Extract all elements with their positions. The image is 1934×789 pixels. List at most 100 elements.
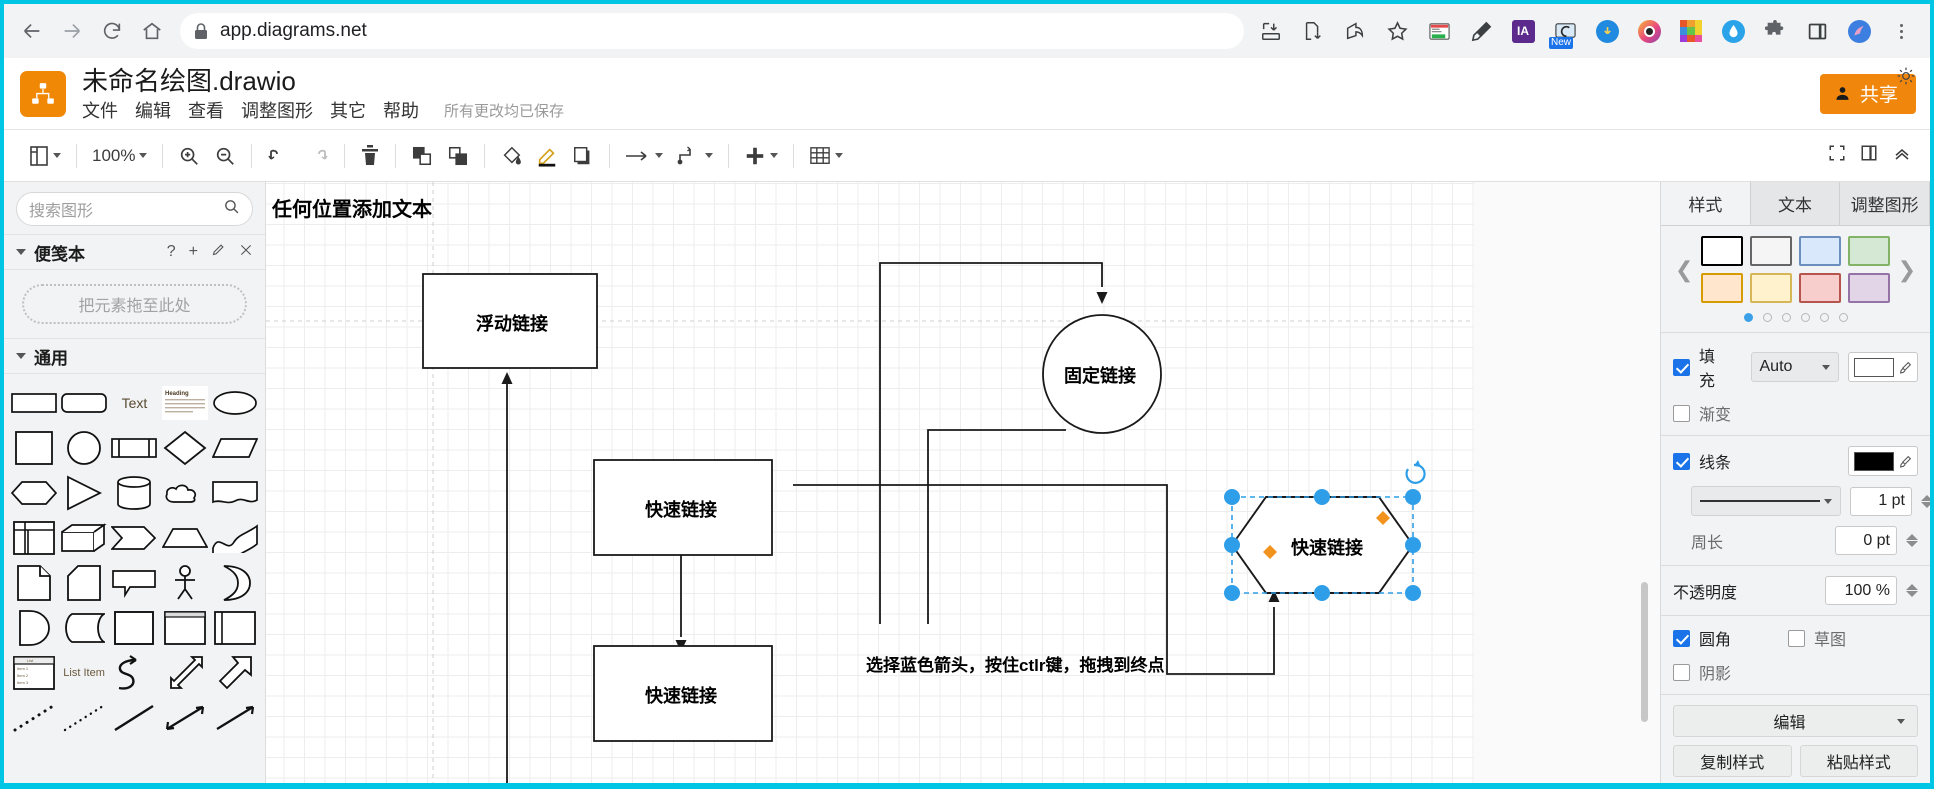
perimeter-stepper[interactable] [1906,534,1918,547]
shape-cylinder[interactable] [111,472,158,514]
menu-file[interactable]: 文件 [82,100,118,122]
shape-text[interactable]: Text [111,382,158,424]
swatch-next-icon[interactable]: ❯ [1896,257,1918,283]
diagram-canvas[interactable]: 任何位置添加文本 浮动链接 固定链接 快速链接 快速链接 快速链接 选择蓝色箭头… [266,182,1660,783]
shape-callout[interactable] [111,562,158,604]
save-page-icon[interactable] [1294,12,1332,50]
shape-dashed-line[interactable] [60,697,107,739]
shape-cloud[interactable] [161,472,208,514]
extension-ia-icon[interactable]: IA [1504,12,1542,50]
line-width-input[interactable]: 1 pt [1850,486,1912,516]
paste-style-button[interactable]: 粘贴样式 [1799,745,1918,777]
shape-dotted-line[interactable] [10,697,57,739]
extension-camera-icon[interactable] [1630,12,1668,50]
fill-color-icon[interactable] [493,136,529,176]
menu-extras[interactable]: 其它 [330,100,366,122]
forward-arrow-icon[interactable] [54,13,90,49]
pager-dot-5[interactable] [1819,313,1829,322]
reload-icon[interactable] [94,13,130,49]
shape-parallelogram[interactable] [212,427,259,469]
shape-table[interactable] [10,517,57,559]
waypoints-button[interactable] [670,136,720,176]
menu-edit[interactable]: 编辑 [135,100,171,122]
menu-help[interactable]: 帮助 [383,100,419,122]
add-icon[interactable]: + [189,243,198,261]
connection-arrow-button[interactable] [618,136,670,176]
undo-icon[interactable] [260,136,298,176]
shape-box[interactable] [111,607,158,649]
shape-square[interactable] [10,427,57,469]
swatch-6[interactable] [1799,273,1841,303]
zoom-out-icon[interactable] [207,136,243,176]
fill-type-select[interactable]: Auto [1750,352,1839,382]
line-color-icon[interactable] [529,136,565,176]
theme-toggle-icon[interactable] [1896,66,1916,91]
shape-line[interactable] [111,697,158,739]
extension-new-icon[interactable]: New [1546,12,1584,50]
extension-droplet-icon[interactable] [1714,12,1752,50]
menu-view[interactable]: 查看 [188,100,224,122]
perimeter-input[interactable]: 0 pt [1835,526,1897,555]
document-title[interactable]: 未命名绘图.drawio [82,66,564,96]
line-checkbox[interactable] [1673,452,1690,470]
rounded-checkbox[interactable] [1673,629,1690,647]
line-color-picker[interactable] [1848,446,1918,476]
delete-icon[interactable] [353,136,387,176]
shape-ellipse[interactable] [212,382,259,424]
bookmark-star-icon[interactable] [1378,12,1416,50]
menu-arrange[interactable]: 调整图形 [241,100,313,122]
shape-document[interactable] [212,472,259,514]
browser-menu-icon[interactable] [1882,12,1920,50]
swatch-1[interactable] [1750,236,1792,266]
pager-dot-4[interactable] [1800,313,1810,322]
shape-directional-arrow[interactable] [212,697,259,739]
edit-style-button[interactable]: 编辑 [1673,705,1918,737]
extension-colorgrid-icon[interactable] [1672,12,1710,50]
pager-dot-1[interactable] [1743,313,1753,322]
shape-rounded-rectangle[interactable] [60,382,107,424]
to-front-icon[interactable] [404,136,440,176]
shape-actor[interactable] [161,562,208,604]
shape-double-block-arrow[interactable] [161,652,208,694]
shadow-icon[interactable] [565,136,601,176]
fill-checkbox[interactable] [1673,358,1690,376]
pager-dot-6[interactable] [1838,313,1848,322]
swatch-3[interactable] [1847,236,1890,266]
swatch-prev-icon[interactable]: ❮ [1673,257,1695,283]
shape-chevron-arrow[interactable] [111,517,158,559]
shape-rectangle[interactable] [10,382,57,424]
pager-dot-3[interactable] [1781,313,1791,322]
swatch-4[interactable] [1701,273,1744,303]
shape-heading[interactable]: Heading [161,382,208,424]
shape-card[interactable] [60,562,107,604]
sketch-checkbox[interactable] [1788,629,1806,647]
line-width-stepper[interactable] [1921,494,1930,508]
tab-text[interactable]: 文本 [1750,182,1841,225]
swatch-2[interactable] [1799,236,1841,266]
address-bar[interactable]: app.diagrams.net [180,13,1244,49]
opacity-input[interactable]: 100 % [1825,576,1897,605]
tab-style[interactable]: 样式 [1661,182,1751,225]
swatch-5[interactable] [1750,273,1792,303]
extension-webpage-icon[interactable] [1420,12,1458,50]
help-icon[interactable]: ? [167,243,176,261]
insert-button[interactable] [737,136,785,176]
zoom-level-button[interactable]: 100% [85,136,154,176]
tab-arrange[interactable]: 调整图形 [1840,182,1930,225]
pager-dot-2[interactable] [1762,313,1772,322]
format-panel-icon[interactable] [1860,144,1878,167]
edit-pencil-icon[interactable] [211,242,226,262]
eyedropper-icon[interactable] [1462,12,1500,50]
search-icon[interactable] [223,198,240,220]
extensions-puzzle-icon[interactable] [1756,12,1794,50]
section-header-scratchpad[interactable]: 便笺本 ? + [4,234,265,270]
fill-color-picker[interactable] [1848,352,1918,382]
shape-list[interactable]: List Item 1 Item 2 Item 3 [10,652,57,694]
to-back-icon[interactable] [440,136,476,176]
canvas-vertical-scrollbar[interactable] [1641,582,1648,722]
shape-vertical-bar-box[interactable] [212,607,259,649]
shape-cube[interactable] [60,517,107,559]
shape-delay[interactable] [60,607,107,649]
close-icon[interactable] [239,243,253,262]
swatch-7[interactable] [1847,273,1890,303]
